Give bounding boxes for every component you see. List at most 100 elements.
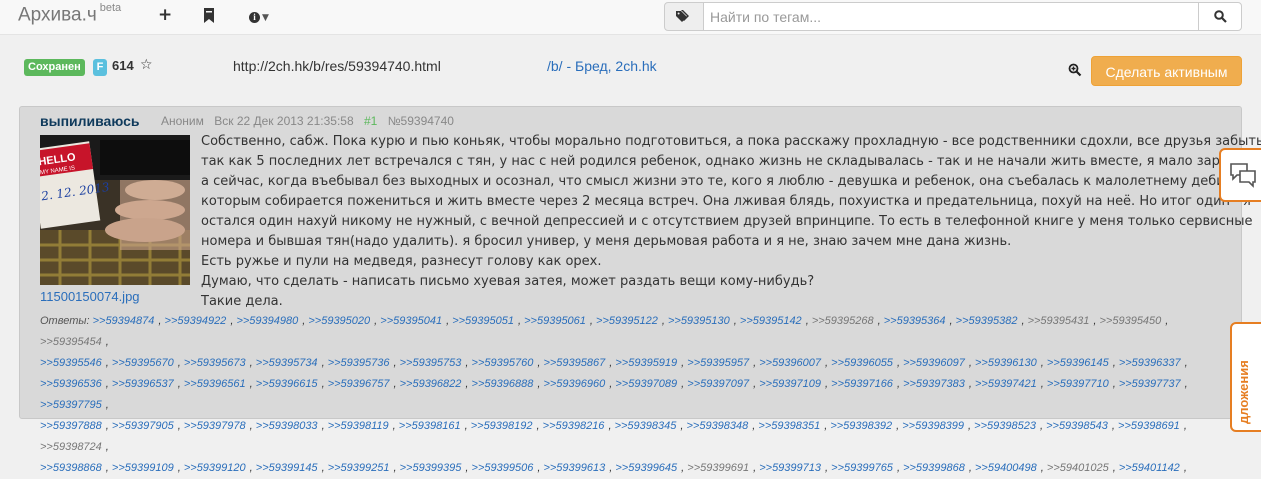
reply-link[interactable]: >>59399868 bbox=[903, 462, 965, 474]
reply-link[interactable]: >>59395957 bbox=[687, 357, 749, 369]
reply-link[interactable]: >>59395020 bbox=[308, 315, 370, 327]
reply-link[interactable]: >>59398348 bbox=[686, 420, 748, 432]
reply-link[interactable]: >>59396561 bbox=[184, 378, 246, 390]
reply-link[interactable]: >>59398216 bbox=[543, 420, 605, 432]
reply-link[interactable]: >>59397421 bbox=[975, 378, 1037, 390]
reply-link[interactable]: >>59398523 bbox=[974, 420, 1036, 432]
reply-link[interactable]: >>59396130 bbox=[975, 357, 1037, 369]
reply-link[interactable]: >>59399691 bbox=[687, 462, 749, 474]
reply-link[interactable]: >>59396960 bbox=[543, 378, 605, 390]
post-number[interactable]: №59394740 bbox=[388, 114, 454, 128]
reply-link[interactable]: >>59395382 bbox=[956, 315, 1018, 327]
post-image-thumbnail[interactable]: HELLO MY NAME IS 2. 12. 2013 bbox=[40, 135, 190, 285]
reply-link[interactable]: >>59395130 bbox=[668, 315, 730, 327]
reply-link[interactable]: >>59399395 bbox=[400, 462, 462, 474]
reply-link[interactable]: >>59398033 bbox=[256, 420, 318, 432]
reply-link[interactable]: >>59395041 bbox=[380, 315, 442, 327]
reply-link[interactable]: >>59397089 bbox=[615, 378, 677, 390]
reply-link[interactable]: >>59399506 bbox=[472, 462, 534, 474]
reply-link[interactable]: >>59395051 bbox=[452, 315, 514, 327]
reply-link[interactable]: >>59398161 bbox=[399, 420, 461, 432]
reply-link[interactable]: >>59396337 bbox=[1119, 357, 1181, 369]
post-index[interactable]: #1 bbox=[364, 114, 377, 128]
reply-link[interactable]: >>59395867 bbox=[543, 357, 605, 369]
reply-link[interactable]: >>59395364 bbox=[884, 315, 946, 327]
reply-link[interactable]: >>59395061 bbox=[524, 315, 586, 327]
reply-link[interactable]: >>59401142 bbox=[1119, 462, 1180, 474]
reply-link[interactable]: >>59396055 bbox=[831, 357, 893, 369]
reply-link[interactable]: >>59395268 bbox=[812, 315, 874, 327]
reply-link[interactable]: >>59395734 bbox=[256, 357, 318, 369]
reply-link[interactable]: >>59395753 bbox=[400, 357, 462, 369]
reply-link[interactable]: >>59396145 bbox=[1047, 357, 1109, 369]
reply-link[interactable]: >>59397109 bbox=[759, 378, 821, 390]
suggestions-widget[interactable]: дложения bbox=[1230, 322, 1261, 432]
reply-link[interactable]: >>59396615 bbox=[256, 378, 318, 390]
reply-link[interactable]: >>59396007 bbox=[759, 357, 821, 369]
reply-link[interactable]: >>59395122 bbox=[596, 315, 658, 327]
reply-link[interactable]: >>59396888 bbox=[472, 378, 534, 390]
reply-link[interactable]: >>59399109 bbox=[112, 462, 174, 474]
brand-name[interactable]: Архива.ч bbox=[18, 4, 97, 25]
post-image-filename[interactable]: 11500150074.jpg bbox=[40, 289, 140, 304]
reply-link[interactable]: >>59398392 bbox=[830, 420, 892, 432]
reply-link[interactable]: >>59398724 bbox=[40, 441, 102, 453]
reply-link[interactable]: >>59396537 bbox=[112, 378, 174, 390]
reply-link[interactable]: >>59397737 bbox=[1119, 378, 1181, 390]
reply-link[interactable]: >>59395736 bbox=[328, 357, 390, 369]
feedback-widget[interactable] bbox=[1219, 148, 1261, 202]
reply-link[interactable]: >>59397710 bbox=[1047, 378, 1109, 390]
reply-link[interactable]: >>59398691 bbox=[1118, 420, 1180, 432]
info-menu[interactable]: i ▼ bbox=[249, 8, 269, 26]
reply-link[interactable]: >>59395760 bbox=[472, 357, 534, 369]
reply-link[interactable]: >>59395546 bbox=[40, 357, 102, 369]
post-body-line: Такие дела. bbox=[201, 294, 283, 309]
reply-link[interactable]: >>59397978 bbox=[184, 420, 246, 432]
plus-icon[interactable]: + bbox=[158, 5, 172, 25]
reply-link[interactable]: >>59398192 bbox=[471, 420, 533, 432]
reply-link[interactable]: >>59398119 bbox=[328, 420, 389, 432]
reply-link[interactable]: >>59399713 bbox=[759, 462, 821, 474]
make-active-button[interactable]: Сделать активным bbox=[1091, 56, 1242, 86]
board-link[interactable]: /b/ - Бред, 2ch.hk bbox=[547, 58, 657, 74]
reply-link[interactable]: >>59399765 bbox=[831, 462, 893, 474]
reply-link[interactable]: >>59399251 bbox=[328, 462, 390, 474]
reply-link[interactable]: >>59398868 bbox=[40, 462, 102, 474]
reply-link[interactable]: >>59394980 bbox=[236, 315, 298, 327]
reply-link[interactable]: >>59401025 bbox=[1047, 462, 1109, 474]
reply-link[interactable]: >>59398399 bbox=[902, 420, 964, 432]
reply-link[interactable]: >>59394922 bbox=[165, 315, 227, 327]
reply-link[interactable]: >>59399613 bbox=[543, 462, 605, 474]
reply-link[interactable]: >>59396536 bbox=[40, 378, 102, 390]
reply-link[interactable]: >>59397166 bbox=[831, 378, 893, 390]
reply-link[interactable]: >>59398345 bbox=[615, 420, 677, 432]
reply-link[interactable]: >>59397905 bbox=[112, 420, 174, 432]
reply-link[interactable]: >>59396097 bbox=[903, 357, 965, 369]
search-button[interactable] bbox=[1198, 2, 1242, 31]
reply-link[interactable]: >>59395673 bbox=[184, 357, 246, 369]
reply-link[interactable]: >>59394874 bbox=[93, 315, 155, 327]
reply-link[interactable]: >>59395919 bbox=[615, 357, 677, 369]
reply-link[interactable]: >>59397097 bbox=[687, 378, 749, 390]
reply-link[interactable]: >>59399120 bbox=[184, 462, 246, 474]
reply-link[interactable]: >>59399145 bbox=[256, 462, 318, 474]
reply-link[interactable]: >>59398351 bbox=[758, 420, 820, 432]
book-icon[interactable] bbox=[203, 8, 215, 27]
reply-link[interactable]: >>59395454 bbox=[40, 336, 102, 348]
reply-link[interactable]: >>59396757 bbox=[328, 378, 390, 390]
tag-search-input[interactable] bbox=[703, 2, 1199, 31]
reply-link[interactable]: >>59397888 bbox=[40, 420, 102, 432]
reply-link[interactable]: >>59397383 bbox=[903, 378, 965, 390]
reply-link[interactable]: >>59395431 bbox=[1028, 315, 1090, 327]
reply-link[interactable]: >>59395670 bbox=[112, 357, 174, 369]
star-icon[interactable]: ☆ bbox=[140, 57, 153, 73]
reply-link[interactable]: >>59399645 bbox=[615, 462, 677, 474]
reply-link[interactable]: >>59400498 bbox=[975, 462, 1037, 474]
reply-link[interactable]: >>59395142 bbox=[740, 315, 802, 327]
zoom-in-icon[interactable] bbox=[1068, 62, 1082, 77]
reply-link[interactable]: >>59396822 bbox=[400, 378, 462, 390]
reply-link[interactable]: >>59398543 bbox=[1046, 420, 1108, 432]
brand-logo[interactable]: Архива.ч beta bbox=[18, 2, 121, 26]
reply-link[interactable]: >>59397795 bbox=[40, 399, 102, 411]
reply-link[interactable]: >>59395450 bbox=[1100, 315, 1162, 327]
